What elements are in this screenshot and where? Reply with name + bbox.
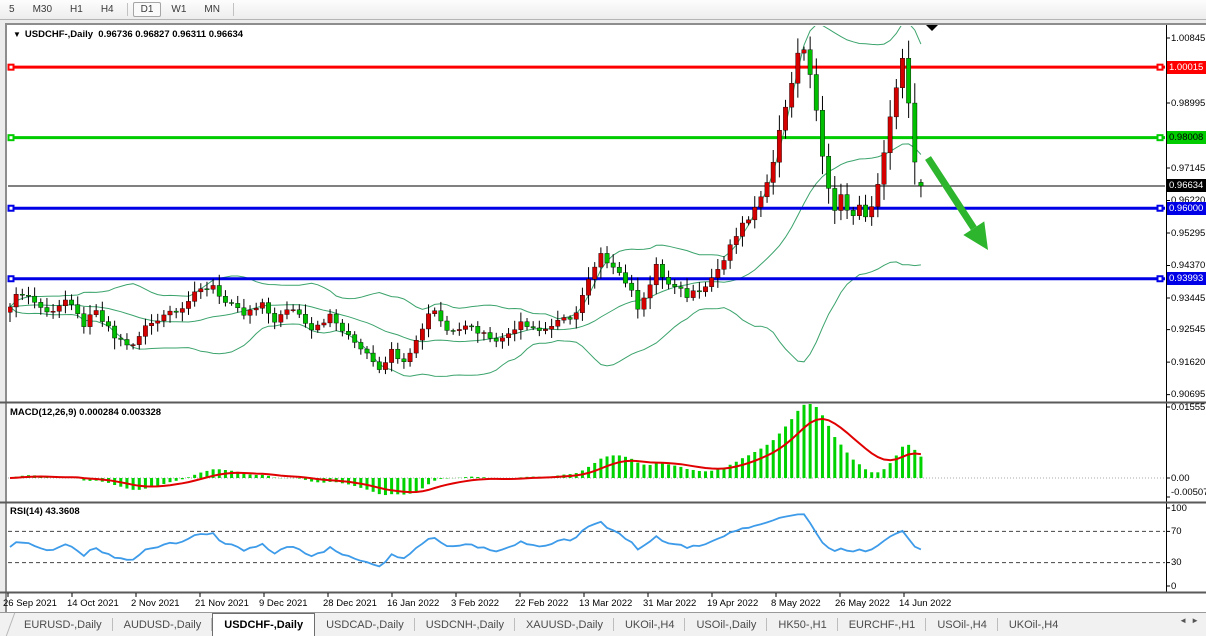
rsi-line [10,514,921,566]
timeframe-button-w1[interactable]: W1 [163,2,194,17]
timeframe-button-d1[interactable]: D1 [133,2,162,17]
chart-tab-hk50-h1[interactable]: HK50-,H1 [767,613,837,636]
chart-tab-usdchf-daily[interactable]: USDCHF-,Daily [212,613,315,636]
chart-tab-audusd-daily[interactable]: AUDUSD-,Daily [113,613,213,636]
chart-tab-bar: EURUSD-,DailyAUDUSD-,DailyUSDCHF-,DailyU… [0,612,1206,636]
trend-arrow-annotation[interactable] [928,158,988,250]
chart-tab-xauusd-daily[interactable]: XAUUSD-,Daily [515,613,614,636]
timeframe-button-m30[interactable]: M30 [25,2,60,17]
toolbar-separator [127,3,128,16]
timeframe-button-h4[interactable]: H4 [93,2,122,17]
chart-tab-ukoil-h4[interactable]: UKOil-,H4 [998,613,1070,636]
chart-tab-eurusd-daily[interactable]: EURUSD-,Daily [13,613,113,636]
chart-canvas[interactable] [0,0,1206,636]
chart-tab-usoil-h4[interactable]: USOil-,H4 [926,613,998,636]
timeframe-button-h1[interactable]: H1 [62,2,91,17]
chart-tab-usdcnh-daily[interactable]: USDCNH-,Daily [415,613,515,636]
candlesticks [8,37,923,375]
timeframe-button-5[interactable]: 5 [1,2,23,17]
chart-shift-marker-icon[interactable] [926,25,938,31]
timeframe-button-mn[interactable]: MN [196,2,228,17]
chart-tab-ukoil-h4[interactable]: UKOil-,H4 [614,613,686,636]
rsi-panel [8,531,1165,562]
chart-tab-usdcad-daily[interactable]: USDCAD-,Daily [315,613,415,636]
chart-tab-usoil-daily[interactable]: USOil-,Daily [685,613,767,636]
price-level-lines[interactable] [8,64,1166,283]
tab-scroll-left-icon[interactable]: ◄ [1179,616,1191,625]
tab-scroll-arrows: ◄► [1179,616,1203,625]
tab-scroll-right-icon[interactable]: ► [1191,616,1203,625]
timeframe-toolbar: 5M30H1H4 D1W1MN [0,0,1206,20]
chart-tab-eurchf-h1[interactable]: EURCHF-,H1 [838,613,927,636]
toolbar-separator [233,3,234,16]
